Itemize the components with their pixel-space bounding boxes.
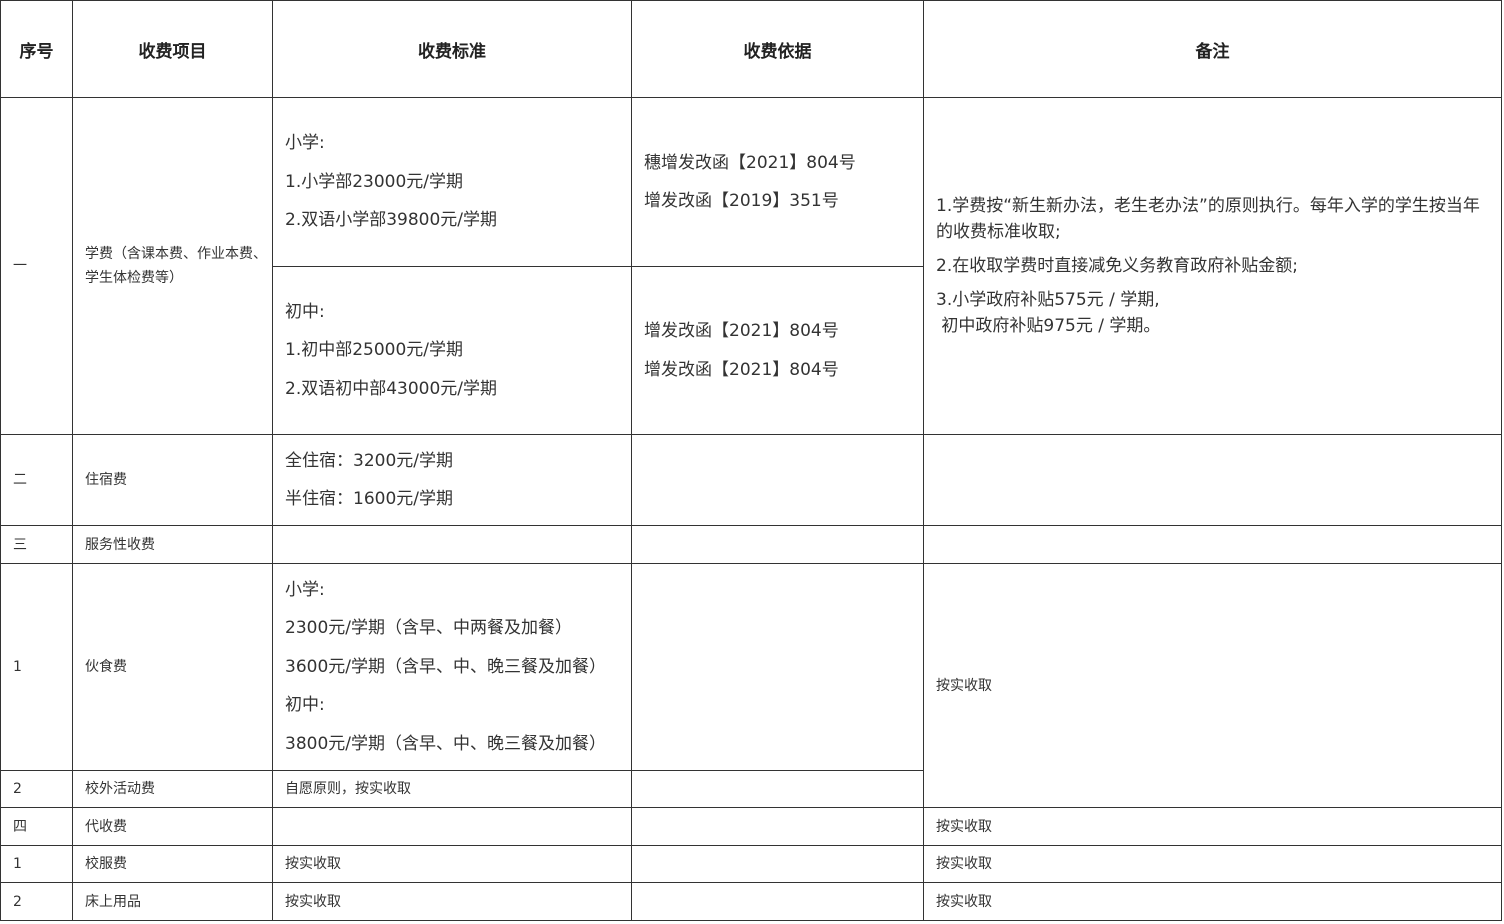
table-row: 1 校服费 按实收取 按实收取 — [0, 845, 1502, 883]
row-standard: 全住宿：3200元/学期 半住宿：1600元/学期 — [272, 434, 632, 526]
row-standard: 自愿原则，按实收取 — [272, 770, 632, 808]
row-remark — [923, 525, 1502, 564]
basis-line: 增发改函【2019】351号 — [644, 191, 839, 211]
standard-line: 3800元/学期（含早、中、晚三餐及加餐） — [285, 733, 606, 754]
tuition-remark-cell: 1.学费按“新生新办法，老生老办法”的原则执行。每年入学的学生按当年的收费标准收… — [923, 97, 1502, 435]
standard-line: 2.双语初中部43000元/学期 — [285, 378, 498, 399]
row-seq: 一 — [0, 97, 73, 435]
standard-line: 1.小学部23000元/学期 — [285, 171, 464, 192]
table-row: 四 代收费 按实收取 — [0, 807, 1502, 846]
basis-line: 穗增发改函【2021】804号 — [644, 152, 856, 173]
row-item: 校服费 — [72, 845, 273, 883]
remark-line: 2.在收取学费时直接减免义务教育政府补贴金额; — [936, 256, 1298, 276]
row-seq: 1 — [0, 845, 73, 883]
row-standard: 按实收取 — [272, 882, 632, 921]
row-seq: 四 — [0, 807, 73, 846]
basis-line: 增发改函【2021】804号 — [644, 321, 839, 341]
standard-line: 2300元/学期（含早、中两餐及加餐） — [285, 618, 572, 639]
row-standard: 小学: 2300元/学期（含早、中两餐及加餐） 3600元/学期（含早、中、晚三… — [272, 563, 632, 771]
standard-line: 2.双语小学部39800元/学期 — [285, 210, 498, 231]
standard-line: 3600元/学期（含早、中、晚三餐及加餐） — [285, 656, 606, 677]
row-basis — [631, 770, 924, 808]
middle-standard-cell: 初中: 1.初中部25000元/学期 2.双语初中部43000元/学期 — [272, 266, 632, 435]
table-row: 2 床上用品 按实收取 按实收取 — [0, 882, 1502, 921]
row-seq: 2 — [0, 770, 73, 808]
row-remark: 按实收取 — [923, 882, 1502, 921]
remark-line: 1.学费按“新生新办法，老生老办法”的原则执行。每年入学的学生按当年的收费标准收… — [936, 196, 1480, 242]
table-row: 二 住宿费 全住宿：3200元/学期 半住宿：1600元/学期 — [0, 434, 1502, 526]
row-basis — [631, 525, 924, 564]
row-remark: 按实收取 — [923, 563, 1502, 808]
row-standard: 按实收取 — [272, 845, 632, 883]
row-standard — [272, 525, 632, 564]
row-basis — [631, 882, 924, 921]
row-remark — [923, 434, 1502, 526]
row-seq: 1 — [0, 563, 73, 771]
header-seq: 序号 — [0, 0, 73, 98]
row-item: 服务性收费 — [72, 525, 273, 564]
table-header-row: 序号 收费项目 收费标准 收费依据 备注 — [0, 0, 1502, 98]
row-item: 床上用品 — [72, 882, 273, 921]
basis-line: 增发改函【2021】804号 — [644, 359, 839, 380]
standard-line: 初中: — [285, 695, 325, 716]
row-seq: 三 — [0, 525, 73, 564]
middle-basis-cell: 增发改函【2021】804号 增发改函【2021】804号 — [631, 266, 924, 435]
remark-line: 3.小学政府补贴575元 / 学期, 初中政府补贴975元 / 学期。 — [936, 290, 1161, 336]
row-remark: 按实收取 — [923, 807, 1502, 846]
row-seq: 二 — [0, 434, 73, 526]
table-row: 三 服务性收费 — [0, 525, 1502, 564]
primary-basis-cell: 穗增发改函【2021】804号 增发改函【2019】351号 — [631, 97, 924, 267]
standard-line: 半住宿：1600元/学期 — [285, 489, 453, 509]
row-basis — [631, 845, 924, 883]
row-item: 代收费 — [72, 807, 273, 846]
row-item: 伙食费 — [72, 563, 273, 771]
table-row: 一 学费（含课本费、作业本费、学生体检费等） 小学: 1.小学部23000元/学… — [0, 97, 1502, 435]
row-standard — [272, 807, 632, 846]
header-remark: 备注 — [923, 0, 1502, 98]
header-basis: 收费依据 — [631, 0, 924, 98]
primary-standard-cell: 小学: 1.小学部23000元/学期 2.双语小学部39800元/学期 — [272, 97, 632, 267]
row-basis — [631, 807, 924, 846]
header-item: 收费项目 — [72, 0, 273, 98]
row-basis — [631, 563, 924, 771]
standard-line: 全住宿：3200元/学期 — [285, 450, 453, 471]
table-row: 1 伙食费 小学: 2300元/学期（含早、中两餐及加餐） 3600元/学期（含… — [0, 563, 1502, 808]
row-item: 学费（含课本费、作业本费、学生体检费等） — [72, 97, 273, 435]
standard-line: 1.初中部25000元/学期 — [285, 340, 464, 361]
row-remark: 按实收取 — [923, 845, 1502, 883]
header-standard: 收费标准 — [272, 0, 632, 98]
row-item: 校外活动费 — [72, 770, 273, 808]
row-seq: 2 — [0, 882, 73, 921]
standard-line: 小学: — [285, 579, 325, 600]
row-basis — [631, 434, 924, 526]
standard-line: 初中: — [285, 301, 325, 322]
standard-line: 小学: — [285, 133, 325, 154]
row-item: 住宿费 — [72, 434, 273, 526]
fee-table: 序号 收费项目 收费标准 收费依据 备注 一 学费（含课本费、作业本费、学生体检… — [0, 0, 1502, 921]
